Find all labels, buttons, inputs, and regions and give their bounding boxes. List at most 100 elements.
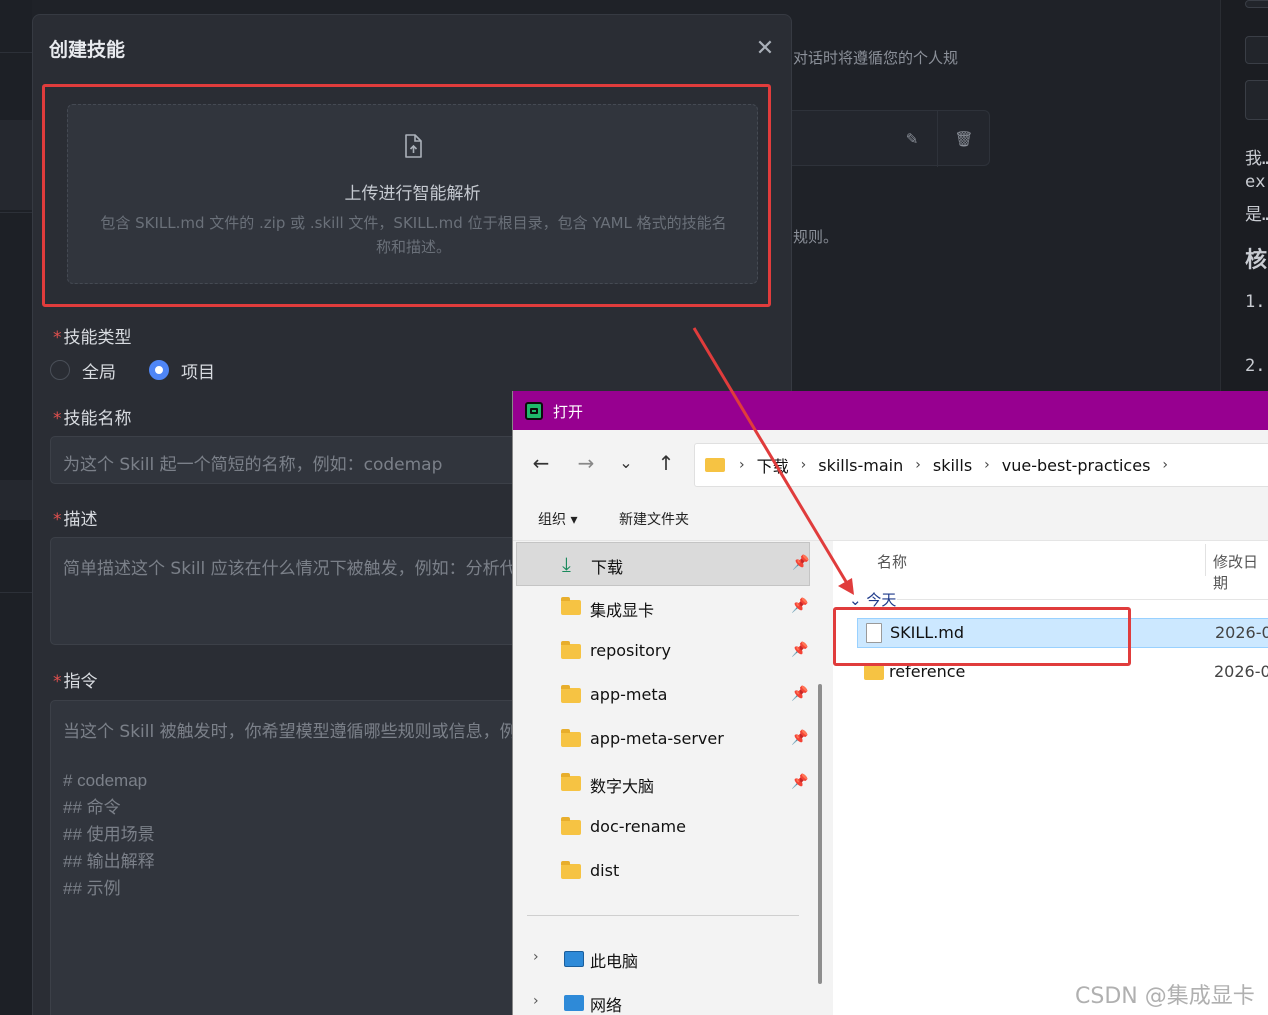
- pin-icon: 📌: [792, 555, 810, 571]
- pin-icon: 📌: [791, 686, 809, 702]
- computer-icon: [564, 951, 584, 967]
- folder-icon: [864, 665, 884, 680]
- column-header-name[interactable]: 名称: [877, 551, 907, 572]
- chevron-right-icon: ›: [533, 993, 539, 1009]
- column-divider[interactable]: [1205, 544, 1206, 576]
- chevron-right-icon: ›: [739, 457, 745, 473]
- sidebar-item-folder[interactable]: dist: [516, 850, 810, 894]
- sidebar-item-folder[interactable]: app-meta 📌: [516, 674, 810, 718]
- network-icon: [564, 995, 584, 1011]
- breadcrumb-downloads[interactable]: 下载: [757, 453, 789, 477]
- address-bar[interactable]: › 下载 › skills-main › skills › vue-best-p…: [694, 443, 1268, 487]
- pin-icon: 📌: [791, 730, 809, 746]
- edit-icon[interactable]: ✎: [902, 129, 922, 149]
- folder-icon: [561, 817, 581, 835]
- breadcrumb-skills[interactable]: skills: [933, 456, 972, 475]
- sidebar-item-label: doc-rename: [590, 817, 686, 836]
- sidebar-item-label: app-meta: [590, 685, 668, 704]
- pin-icon: 📌: [791, 774, 809, 790]
- highlight-box-upload: [42, 84, 771, 307]
- new-folder-button[interactable]: 新建文件夹: [619, 509, 689, 529]
- background-left-strip: [0, 0, 32, 1015]
- column-header-modified[interactable]: 修改日期: [1213, 551, 1268, 593]
- chevron-right-icon: ›: [533, 949, 539, 965]
- sidebar-item-label: 数字大脑: [590, 777, 655, 796]
- skill-name-placeholder: 为这个 Skill 起一个简短的名称，例如：codemap: [63, 455, 443, 475]
- modal-title: 创建技能: [49, 39, 126, 61]
- trash-icon[interactable]: 🗑: [954, 129, 974, 149]
- sidebar-item-label: 网络: [590, 996, 623, 1015]
- radio-project[interactable]: 项目: [149, 359, 215, 383]
- right-panel-line: ex: [1245, 172, 1266, 192]
- sidebar-item-folder[interactable]: repository 📌: [516, 630, 810, 674]
- right-panel-line: 我…: [1245, 149, 1268, 169]
- skill-type-label: * 技能类型: [53, 328, 132, 348]
- folder-icon: [561, 773, 581, 791]
- pin-icon: 📌: [791, 642, 809, 658]
- sidebar-scrollbar[interactable]: [818, 684, 822, 984]
- breadcrumb-vue-best-practices[interactable]: vue-best-practices: [1002, 456, 1151, 475]
- chevron-right-icon: ›: [915, 457, 921, 473]
- sidebar-item-folder[interactable]: 数字大脑 📌: [516, 762, 810, 806]
- folder-icon: [561, 729, 581, 747]
- radio-circle-selected: [149, 360, 169, 380]
- navigation-pane: ⤓ 下载 📌 集成显卡 📌 repository 📌 app-meta 📌 app-m…: [513, 541, 833, 1015]
- back-arrow-icon[interactable]: ←: [527, 449, 555, 477]
- sidebar-item-label: repository: [590, 641, 671, 660]
- chevron-right-icon: ›: [800, 457, 807, 473]
- sidebar-item-this-pc[interactable]: › 此电脑: [516, 937, 810, 981]
- sidebar-item-label: app-meta-server: [590, 729, 724, 748]
- chevron-down-icon[interactable]: ⌄: [612, 449, 640, 477]
- sidebar-item-label: dist: [590, 861, 620, 880]
- sidebar-item-label: 下载: [591, 558, 624, 577]
- right-panel-line: 是…: [1245, 205, 1268, 225]
- description-placeholder: 简单描述这个 Skill 应该在什么情况下被触发，例如：分析代: [63, 559, 517, 579]
- dialog-titlebar[interactable]: 打开: [513, 391, 1268, 430]
- folder-icon: [561, 861, 581, 879]
- skill-name-label: * 技能名称: [53, 409, 132, 429]
- instructions-label: * 指令: [53, 672, 98, 692]
- sidebar-item-folder[interactable]: 集成显卡 📌: [516, 586, 810, 630]
- download-icon: ⤓: [562, 552, 571, 576]
- radio-project-label: 项目: [181, 362, 215, 383]
- radio-global[interactable]: 全局: [50, 359, 116, 383]
- folder-icon: [705, 458, 725, 472]
- required-mark: *: [53, 328, 62, 348]
- radio-global-label: 全局: [82, 362, 116, 383]
- file-date: 2026-0: [1214, 662, 1268, 681]
- right-panel-line: 2.: [1245, 356, 1266, 376]
- sidebar-item-label: 此电脑: [590, 952, 639, 971]
- terminal-app-icon: [525, 402, 543, 420]
- right-panel-heading: 核: [1245, 248, 1268, 273]
- background-text-top: 对话时将遵循您的个人规: [793, 49, 959, 67]
- folder-icon: [561, 597, 581, 615]
- sidebar-item-folder[interactable]: app-meta-server 📌: [516, 718, 810, 762]
- instructions-example: # codemap ## 命令 ## 使用场景 ## 输出解释 ## 示例: [63, 771, 155, 898]
- instructions-placeholder: 当这个 Skill 被触发时，你希望模型遵循哪些规则或信息，例: [63, 722, 517, 742]
- highlight-box-skill-file: [833, 607, 1131, 666]
- organize-button[interactable]: 组织 ▾: [538, 509, 577, 529]
- sidebar-item-label: 集成显卡: [590, 601, 655, 620]
- sidebar-item-downloads[interactable]: ⤓ 下载 📌: [516, 542, 810, 586]
- dialog-navbar: ← → ⌄ ↑ › 下载 › skills-main › skills › vu…: [513, 430, 1268, 495]
- sidebar-divider: [527, 915, 799, 916]
- file-date: 2026-0: [1215, 623, 1268, 642]
- close-icon[interactable]: ✕: [751, 35, 779, 63]
- sidebar-item-network[interactable]: › 网络: [516, 981, 810, 1015]
- right-panel-line: 1.: [1245, 292, 1266, 312]
- breadcrumb-skills-main[interactable]: skills-main: [818, 456, 903, 475]
- sidebar-item-folder[interactable]: doc-rename: [516, 806, 810, 850]
- pin-icon: 📌: [791, 598, 809, 614]
- description-label: * 描述: [53, 510, 98, 530]
- background-rule-card: ✎ 🗑: [792, 110, 990, 167]
- up-arrow-icon[interactable]: ↑: [652, 449, 680, 477]
- watermark: CSDN @集成显卡: [1075, 984, 1255, 1009]
- forward-arrow-icon[interactable]: →: [572, 449, 600, 477]
- radio-circle: [50, 360, 70, 380]
- group-divider: [897, 599, 1268, 600]
- background-text-mid: 规则。: [793, 228, 839, 246]
- dialog-toolbar: 组织 ▾ 新建文件夹: [513, 495, 1268, 541]
- folder-icon: [561, 685, 581, 703]
- open-file-dialog: 打开 ← → ⌄ ↑ › 下载 › skills-main › skills ›…: [512, 391, 1268, 1015]
- dialog-title: 打开: [553, 403, 584, 421]
